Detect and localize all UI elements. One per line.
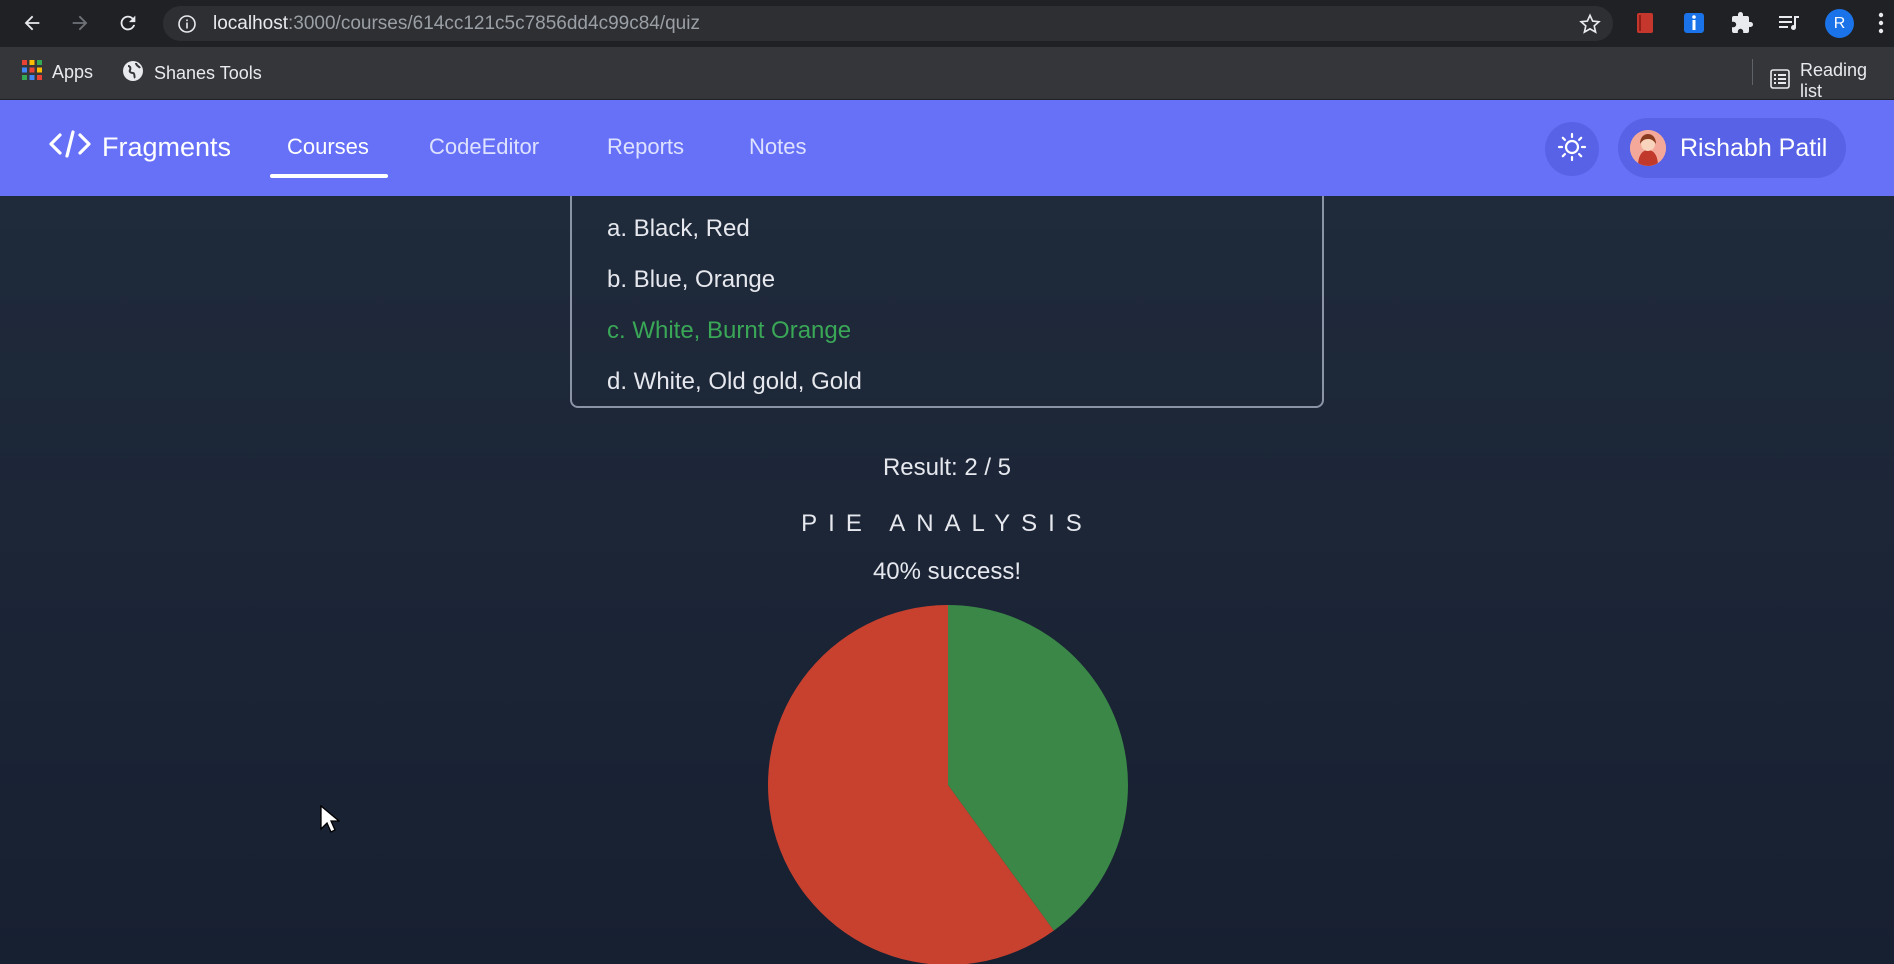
nav-reports[interactable]: Reports xyxy=(607,134,684,160)
nav-codeeditor[interactable]: CodeEditor xyxy=(429,134,539,160)
extensions-puzzle-icon[interactable] xyxy=(1729,10,1755,36)
url-host: localhost xyxy=(213,13,288,34)
quiz-page: a. Black, Red b. Blue, Orange c. White, … xyxy=(0,196,1894,964)
mouse-cursor-icon xyxy=(320,804,341,839)
option-d[interactable]: d. White, Old gold, Gold xyxy=(607,368,862,396)
reload-icon[interactable] xyxy=(113,8,143,38)
browser-toolbar: localhost:3000/courses/614cc121c5c7856dd… xyxy=(0,0,1894,47)
reading-list-label: Reading list xyxy=(1800,60,1868,101)
option-c-correct[interactable]: c. White, Burnt Orange xyxy=(607,317,851,345)
sun-icon xyxy=(1557,132,1587,166)
bookmark-label: Shanes Tools xyxy=(154,63,262,83)
site-info-icon[interactable] xyxy=(177,14,197,34)
back-icon[interactable] xyxy=(17,8,47,38)
browser-menu-icon[interactable] xyxy=(1874,10,1888,36)
reading-list-button[interactable]: Reading list xyxy=(1770,60,1894,102)
info-extension-icon[interactable] xyxy=(1681,10,1707,36)
forward-icon[interactable] xyxy=(65,8,95,38)
bookmark-apps[interactable]: Apps xyxy=(22,60,93,85)
user-menu-button[interactable]: Rishabh Patil xyxy=(1618,118,1846,178)
result-text: Result: 2 / 5 xyxy=(882,454,1012,481)
bookmark-label: Apps xyxy=(52,62,94,82)
media-queue-icon[interactable] xyxy=(1776,10,1802,36)
active-nav-indicator xyxy=(270,174,388,178)
bookmarks-bar: Apps Shanes Tools Reading list xyxy=(0,47,1894,102)
bookmarks-separator xyxy=(1752,59,1753,85)
url-path: :3000/courses/614cc121c5c7856dd4c99c84/q… xyxy=(288,13,700,34)
bookmark-shanes-tools[interactable]: Shanes Tools xyxy=(122,60,262,87)
brand-logo[interactable]: Fragments xyxy=(48,130,231,165)
url-text: localhost:3000/courses/614cc121c5c7856dd… xyxy=(213,13,700,35)
option-b[interactable]: b. Blue, Orange xyxy=(607,266,775,294)
theme-toggle-button[interactable] xyxy=(1545,122,1599,176)
app-navbar: Fragments Courses CodeEditor Reports Not… xyxy=(0,100,1894,196)
apps-grid-icon xyxy=(22,60,42,85)
pie-analysis-heading: PIE ANALYSIS xyxy=(801,510,1093,537)
pie-chart xyxy=(765,602,1131,964)
code-brackets-icon xyxy=(48,130,92,165)
profile-avatar[interactable]: R xyxy=(1825,9,1854,38)
reading-list-icon xyxy=(1770,68,1790,94)
option-a[interactable]: a. Black, Red xyxy=(607,215,750,243)
nav-notes[interactable]: Notes xyxy=(749,134,806,160)
brand-name: Fragments xyxy=(102,132,232,162)
question-card: a. Black, Red b. Blue, Orange c. White, … xyxy=(570,196,1324,408)
red-book-extension-icon[interactable] xyxy=(1632,10,1658,36)
user-avatar xyxy=(1630,130,1666,166)
nav-courses[interactable]: Courses xyxy=(287,134,369,160)
user-name: Rishabh Patil xyxy=(1680,133,1828,162)
bookmark-star-icon[interactable] xyxy=(1579,13,1601,35)
address-bar[interactable]: localhost:3000/courses/614cc121c5c7856dd… xyxy=(163,6,1613,41)
globe-icon xyxy=(122,60,144,87)
success-percentage: 40% success! xyxy=(872,558,1022,585)
pie-chart-svg xyxy=(768,605,1128,964)
